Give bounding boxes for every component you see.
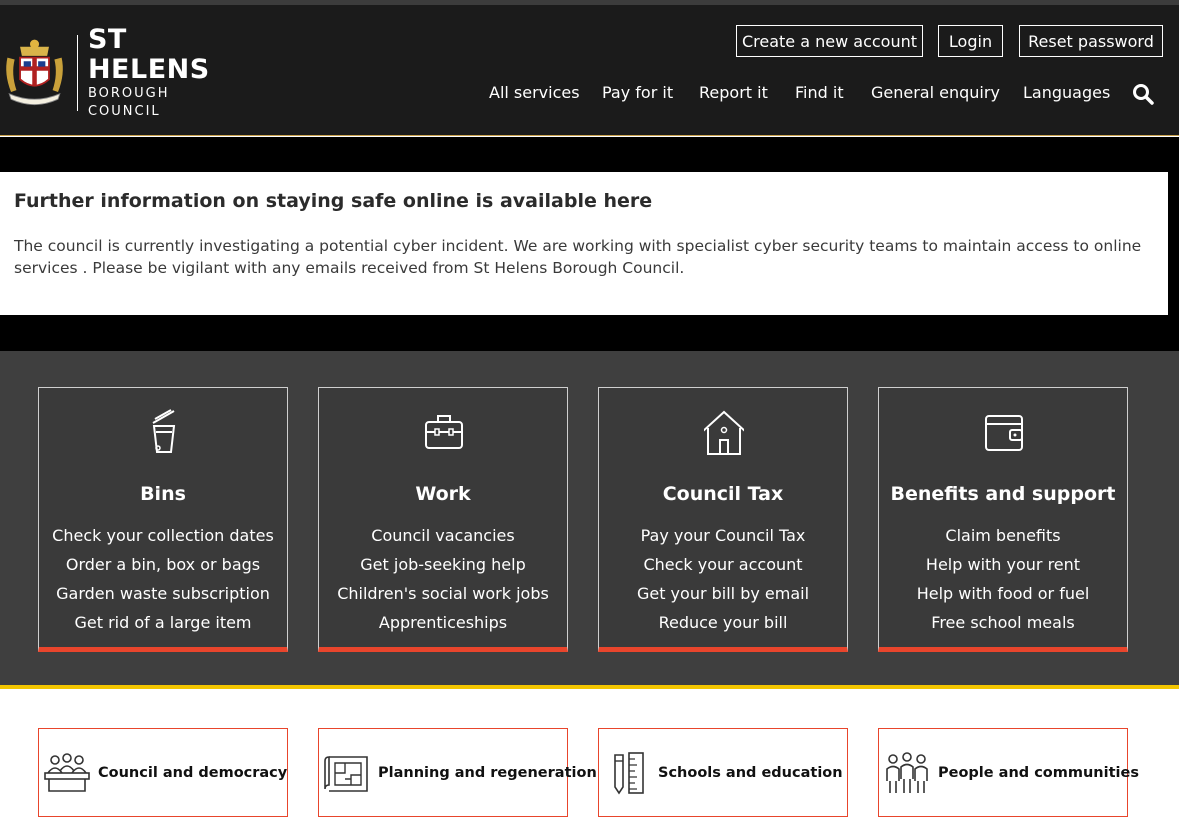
- crest-icon: [6, 39, 63, 106]
- card-link-food-fuel-help[interactable]: Help with food or fuel: [879, 579, 1127, 608]
- card-title: Work: [415, 483, 471, 505]
- tile-label: Planning and regeneration: [378, 764, 597, 781]
- plan-map-icon: [324, 755, 368, 792]
- card-link-vacancies[interactable]: Council vacancies: [319, 521, 567, 550]
- alert-body: The council is currently investigating a…: [14, 237, 1142, 277]
- card-link-order-bin[interactable]: Order a bin, box or bags: [39, 550, 287, 579]
- card-link-bill-email[interactable]: Get your bill by email: [599, 579, 847, 608]
- wallet-icon: [985, 415, 1023, 451]
- logo-subtitle: BOROUGH COUNCIL: [87, 86, 170, 119]
- logo-divider: [77, 35, 78, 111]
- nav-languages[interactable]: Languages: [1023, 83, 1110, 102]
- service-card-benefits: Benefits and support Claim benefits Help…: [878, 387, 1128, 652]
- card-link-apprenticeships[interactable]: Apprenticeships: [319, 608, 567, 637]
- alert-title-link[interactable]: Further information on staying safe onli…: [14, 190, 652, 212]
- tile-label: People and communities: [938, 764, 1139, 781]
- card-link-large-item[interactable]: Get rid of a large item: [39, 608, 287, 637]
- tile-planning-regeneration[interactable]: Planning and regeneration: [318, 728, 597, 817]
- council-logo[interactable]: ST HELENS BOROUGH COUNCIL: [2, 25, 242, 119]
- briefcase-icon: [425, 415, 463, 449]
- council-chamber-icon: [44, 752, 90, 792]
- site-header: ST HELENS BOROUGH COUNCIL Create a new a…: [0, 5, 1179, 136]
- nav-pay-for-it[interactable]: Pay for it: [602, 83, 673, 102]
- service-card-council-tax: Council Tax Pay your Council Tax Check y…: [598, 387, 848, 652]
- card-title: Bins: [140, 483, 186, 505]
- search-icon[interactable]: [1132, 83, 1154, 105]
- pencil-ruler-icon: [614, 751, 644, 794]
- card-link-reduce-bill[interactable]: Reduce your bill: [599, 608, 847, 637]
- card-link-social-work-jobs[interactable]: Children's social work jobs: [319, 579, 567, 608]
- reset-password-button[interactable]: Reset password: [1019, 25, 1163, 57]
- card-title: Benefits and support: [890, 483, 1116, 505]
- nav-all-services[interactable]: All services: [489, 83, 580, 102]
- tile-schools-education[interactable]: Schools and education: [598, 728, 848, 817]
- nav-general-enquiry[interactable]: General enquiry: [871, 83, 1000, 102]
- card-link-collection-dates[interactable]: Check your collection dates: [39, 521, 287, 550]
- service-card-work: Work Council vacancies Get job-seeking h…: [318, 387, 568, 652]
- logo-title: ST HELENS: [87, 24, 210, 85]
- login-button[interactable]: Login: [938, 25, 1003, 57]
- tile-council-democracy[interactable]: Council and democracy: [38, 728, 288, 817]
- card-link-job-help[interactable]: Get job-seeking help: [319, 550, 567, 579]
- card-link-school-meals[interactable]: Free school meals: [879, 608, 1127, 637]
- tile-people-communities[interactable]: People and communities: [878, 728, 1139, 817]
- cyber-incident-alert: Further information on staying safe onli…: [0, 172, 1168, 315]
- card-link-check-account[interactable]: Check your account: [599, 550, 847, 579]
- tile-label: Schools and education: [658, 764, 843, 781]
- card-link-claim-benefits[interactable]: Claim benefits: [879, 521, 1127, 550]
- card-title: Council Tax: [662, 483, 784, 505]
- nav-report-it[interactable]: Report it: [699, 83, 768, 102]
- nav-find-it[interactable]: Find it: [795, 83, 844, 102]
- card-link-garden-waste[interactable]: Garden waste subscription: [39, 579, 287, 608]
- card-link-pay-council-tax[interactable]: Pay your Council Tax: [599, 521, 847, 550]
- bin-icon: [152, 409, 176, 453]
- people-group-icon: [886, 751, 928, 793]
- card-link-rent-help[interactable]: Help with your rent: [879, 550, 1127, 579]
- logo-wordmark: ST HELENS BOROUGH COUNCIL: [88, 25, 242, 121]
- tile-label: Council and democracy: [98, 764, 288, 781]
- top-services: Bins Check your collection dates Order a…: [0, 351, 1179, 689]
- create-account-button[interactable]: Create a new account: [736, 25, 923, 57]
- house-icon: [704, 410, 744, 455]
- topic-tiles: Council and democracy Planning and regen…: [0, 693, 1179, 836]
- service-card-bins: Bins Check your collection dates Order a…: [38, 387, 288, 652]
